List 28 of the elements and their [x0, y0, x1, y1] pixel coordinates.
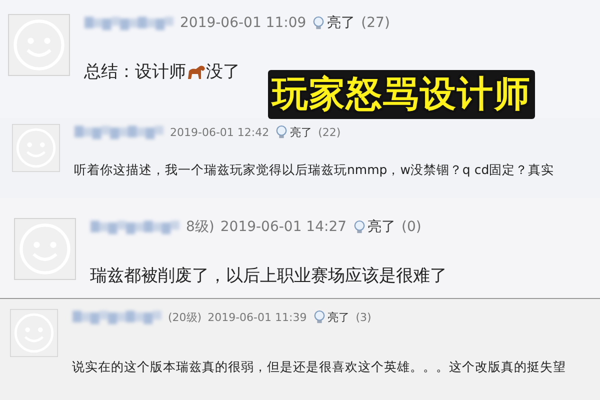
- lightbulb-icon: [352, 220, 366, 234]
- comment-text: 说实在的这个版本瑞兹真的很弱，但是还是很喜欢这个英雄。。。这个改版真的挺失望: [72, 359, 566, 376]
- post-time: 2019-06-01 14:27: [220, 219, 347, 235]
- post-time: 2019-06-01 11:09: [180, 15, 306, 31]
- avatar-icon: [14, 218, 76, 280]
- comment-text: 听着你这描述，我一个瑞兹玩家觉得以后瑞兹玩nmmp，w没禁锢？q cd固定？真实: [74, 162, 554, 179]
- like-button[interactable]: 亮了: [352, 218, 396, 236]
- like-count: (27): [361, 15, 390, 31]
- comment-text: 没了: [206, 61, 240, 83]
- user-level: 8级): [186, 218, 214, 236]
- post-time: 2019-06-01 11:39: [208, 310, 307, 324]
- comment-text: 瑞兹都被削废了，以后上职业赛场应该是很难了: [90, 265, 447, 287]
- like-count: (0): [402, 219, 422, 235]
- like-button[interactable]: 亮了: [312, 310, 350, 324]
- lightbulb-icon: [312, 310, 326, 324]
- user-level: (20级): [168, 310, 202, 324]
- like-count: (22): [318, 126, 341, 138]
- avatar-icon: [10, 309, 58, 357]
- lightbulb-icon: [275, 124, 288, 140]
- lightbulb-icon: [312, 16, 326, 30]
- avatar-icon: [12, 124, 60, 172]
- like-count: (3): [356, 310, 372, 324]
- headline-text: 玩家怒骂设计师: [268, 70, 535, 119]
- comment-text: 总结：设计师: [84, 61, 186, 83]
- post-time: 2019-06-01 12:42: [170, 126, 270, 138]
- like-button[interactable]: 亮了: [312, 14, 356, 32]
- like-button[interactable]: 亮了: [275, 124, 312, 140]
- avatar-icon: [8, 14, 70, 76]
